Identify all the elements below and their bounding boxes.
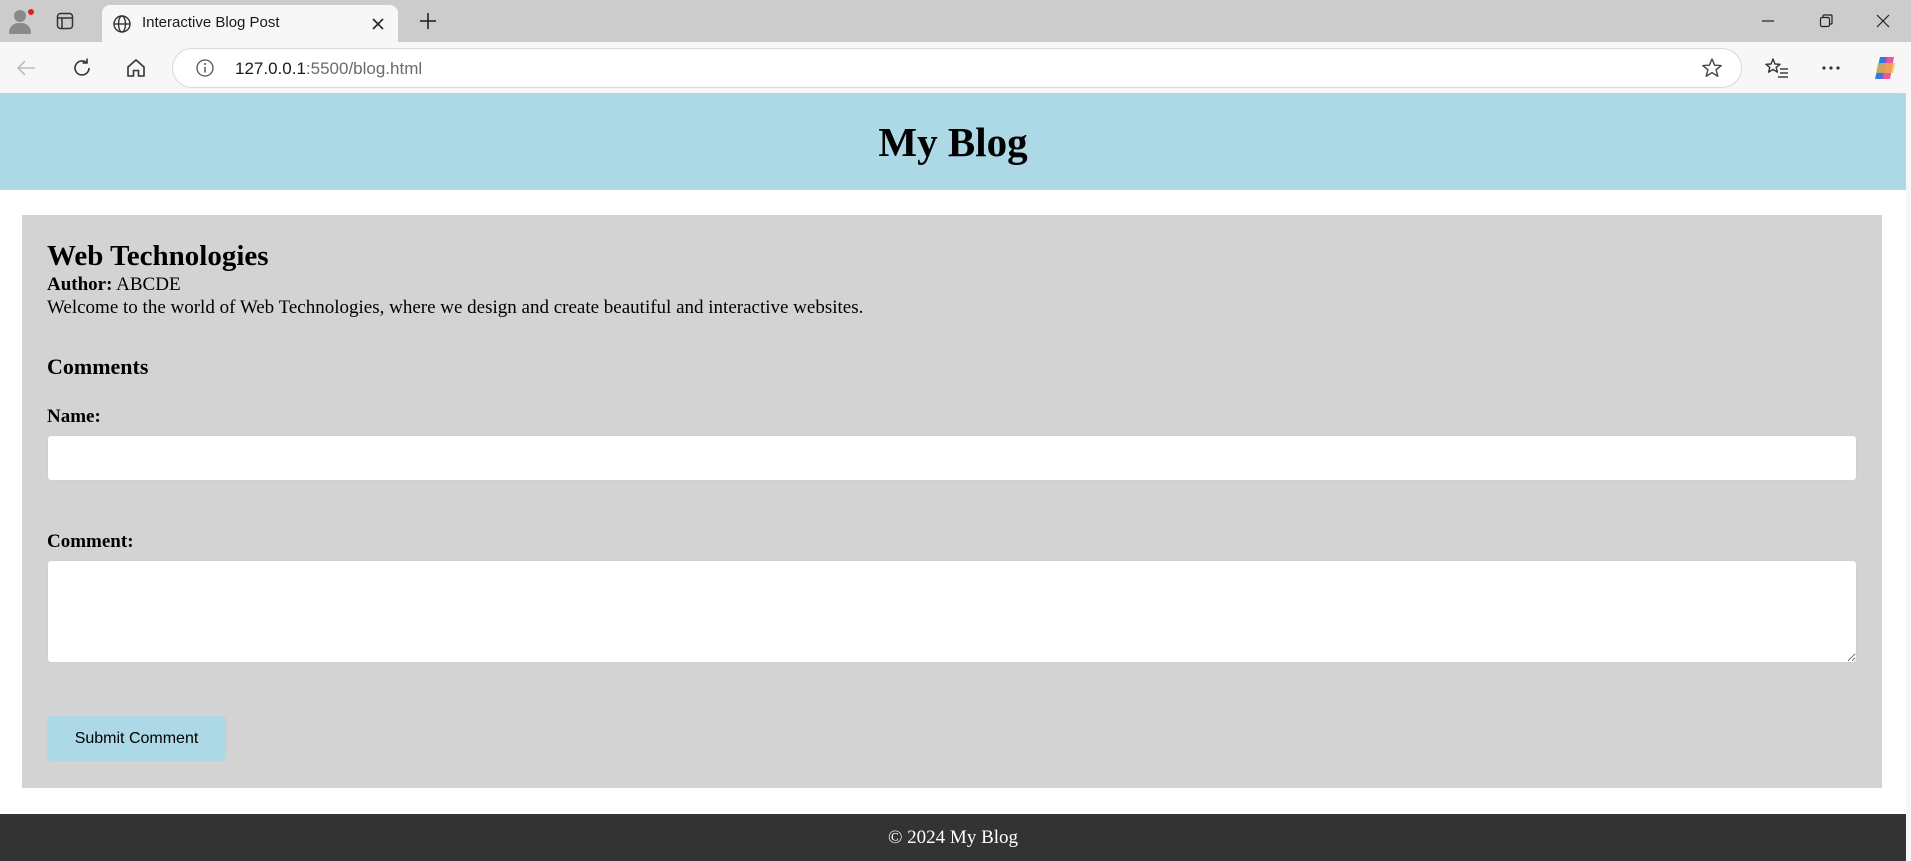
info-icon[interactable] <box>195 58 215 78</box>
copilot-icon[interactable] <box>1869 52 1901 84</box>
globe-icon <box>112 14 132 34</box>
post-author: Author: ABCDE <box>47 273 1857 296</box>
profile-icon[interactable] <box>7 8 35 34</box>
home-icon[interactable] <box>120 52 152 84</box>
tab-title: Interactive Blog Post <box>142 14 280 31</box>
browser-toolbar: 127.0.0.1:5500/blog.html <box>0 42 1911 93</box>
site-title: My Blog <box>878 118 1028 165</box>
more-icon[interactable] <box>1815 52 1847 84</box>
name-field[interactable] <box>47 435 1857 481</box>
comment-label: Comment: <box>47 531 134 552</box>
tab-actions-icon[interactable] <box>53 9 77 33</box>
browser-tab-bar: Interactive Blog Post <box>0 0 1911 42</box>
minimize-icon[interactable] <box>1745 6 1791 36</box>
footer-text: © 2024 My Blog <box>887 826 1019 848</box>
page-viewport: My Blog Web Technologies Author: ABCDE W… <box>0 93 1906 861</box>
post-body: Welcome to the world of Web Technologies… <box>47 297 864 318</box>
active-tab[interactable]: Interactive Blog Post <box>102 5 398 42</box>
post-title: Web Technologies <box>47 240 269 272</box>
comments-heading: Comments <box>47 354 149 379</box>
star-icon[interactable] <box>1701 57 1723 79</box>
restore-icon[interactable] <box>1803 6 1849 36</box>
window-close-icon[interactable] <box>1860 6 1906 36</box>
url-path: :5500/blog.html <box>305 59 423 78</box>
author-name: ABCDE <box>116 274 181 295</box>
site-header: My Blog <box>0 93 1906 190</box>
refresh-icon[interactable] <box>66 52 98 84</box>
close-icon[interactable] <box>368 14 388 34</box>
favorites-icon[interactable] <box>1761 52 1793 84</box>
site-footer: © 2024 My Blog <box>0 814 1906 861</box>
name-label: Name: <box>47 406 101 427</box>
plus-icon[interactable] <box>414 9 442 33</box>
blog-post: Web Technologies Author: ABCDE Welcome t… <box>22 215 1882 788</box>
comment-field[interactable] <box>47 560 1857 663</box>
back-icon[interactable] <box>10 52 42 84</box>
submit-comment-button[interactable]: Submit Comment <box>47 716 226 761</box>
author-label: Author: <box>47 274 113 295</box>
scrollbar-track[interactable] <box>1906 93 1911 861</box>
url-host: 127.0.0.1 <box>235 59 306 78</box>
address-bar[interactable]: 127.0.0.1:5500/blog.html <box>172 48 1742 88</box>
url-text[interactable]: 127.0.0.1:5500/blog.html <box>235 59 422 79</box>
